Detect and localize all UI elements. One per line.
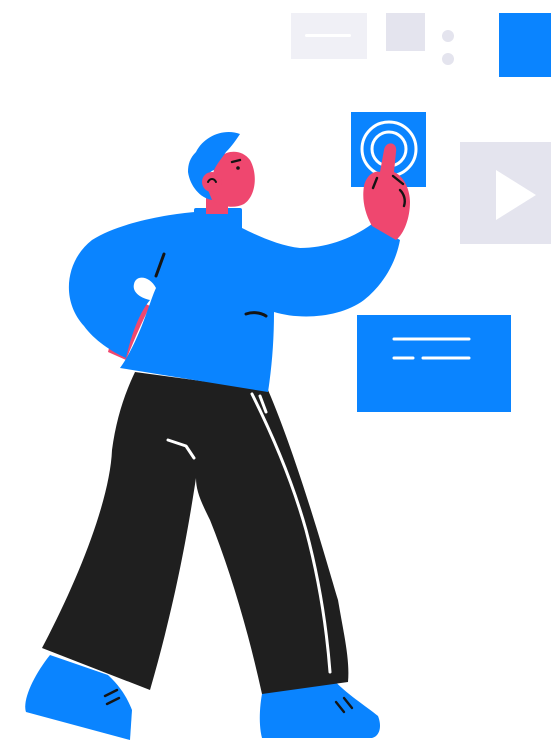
small-gray-tile (386, 13, 425, 51)
vertical-dots-icon (442, 30, 454, 65)
blue-corner-tile (499, 13, 551, 77)
text-card (357, 315, 511, 412)
head (188, 132, 255, 214)
person-figure (25, 132, 410, 740)
trousers (42, 372, 349, 694)
video-panel (460, 142, 551, 244)
illustration-canvas (25, 13, 551, 740)
sweater (68, 208, 400, 392)
top-text-panel (291, 13, 367, 59)
floating-ui-elements (291, 13, 551, 412)
